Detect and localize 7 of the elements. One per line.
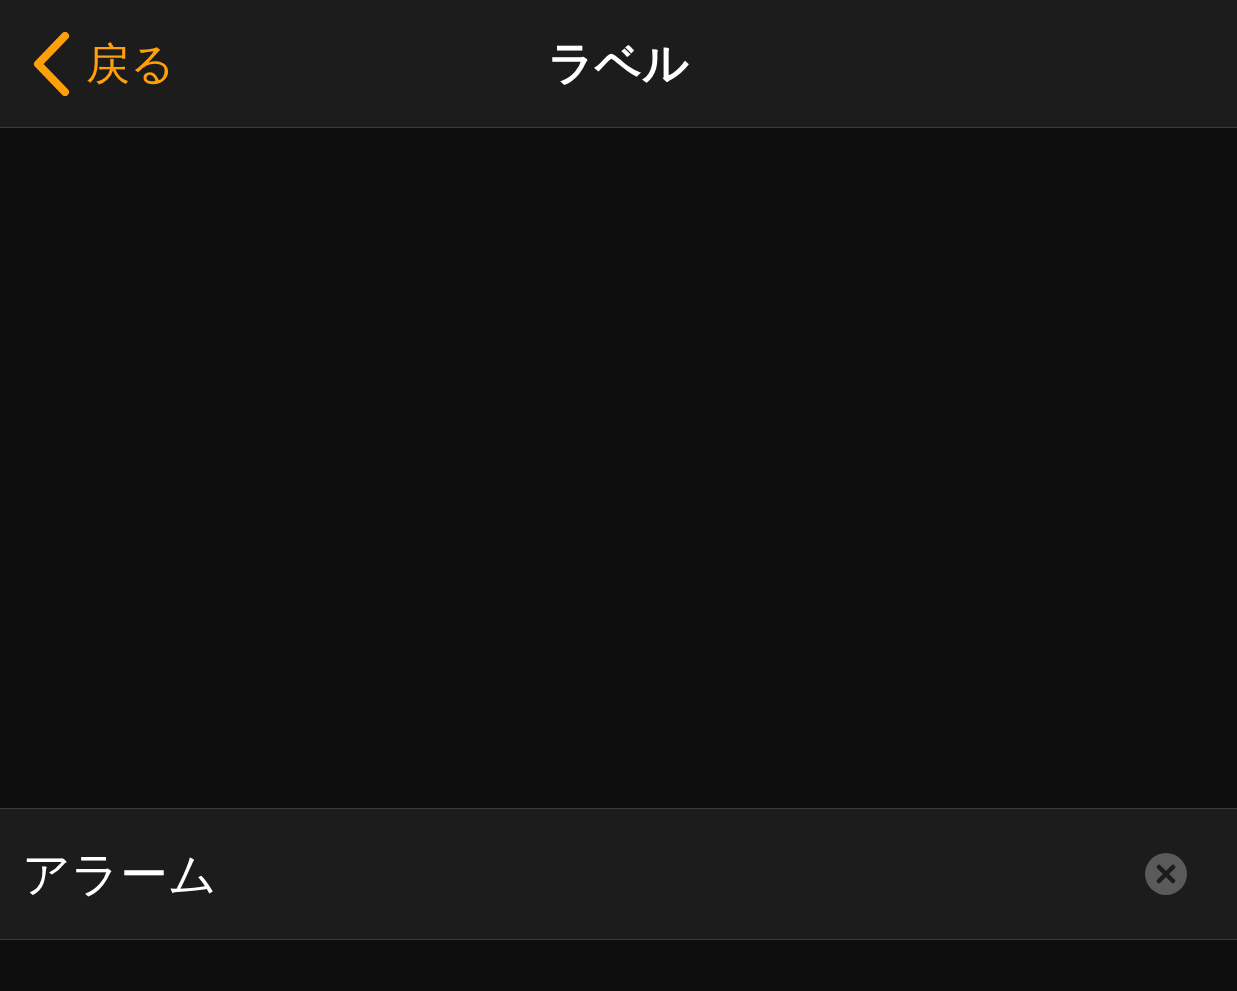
page-title: ラベル xyxy=(548,35,689,92)
label-field[interactable]: アラーム xyxy=(0,808,1237,940)
close-icon xyxy=(1156,864,1176,884)
chevron-left-icon xyxy=(32,31,70,96)
label-input[interactable]: アラーム xyxy=(22,838,1145,910)
clear-button[interactable] xyxy=(1145,853,1187,895)
back-button[interactable]: 戻る xyxy=(0,30,175,97)
